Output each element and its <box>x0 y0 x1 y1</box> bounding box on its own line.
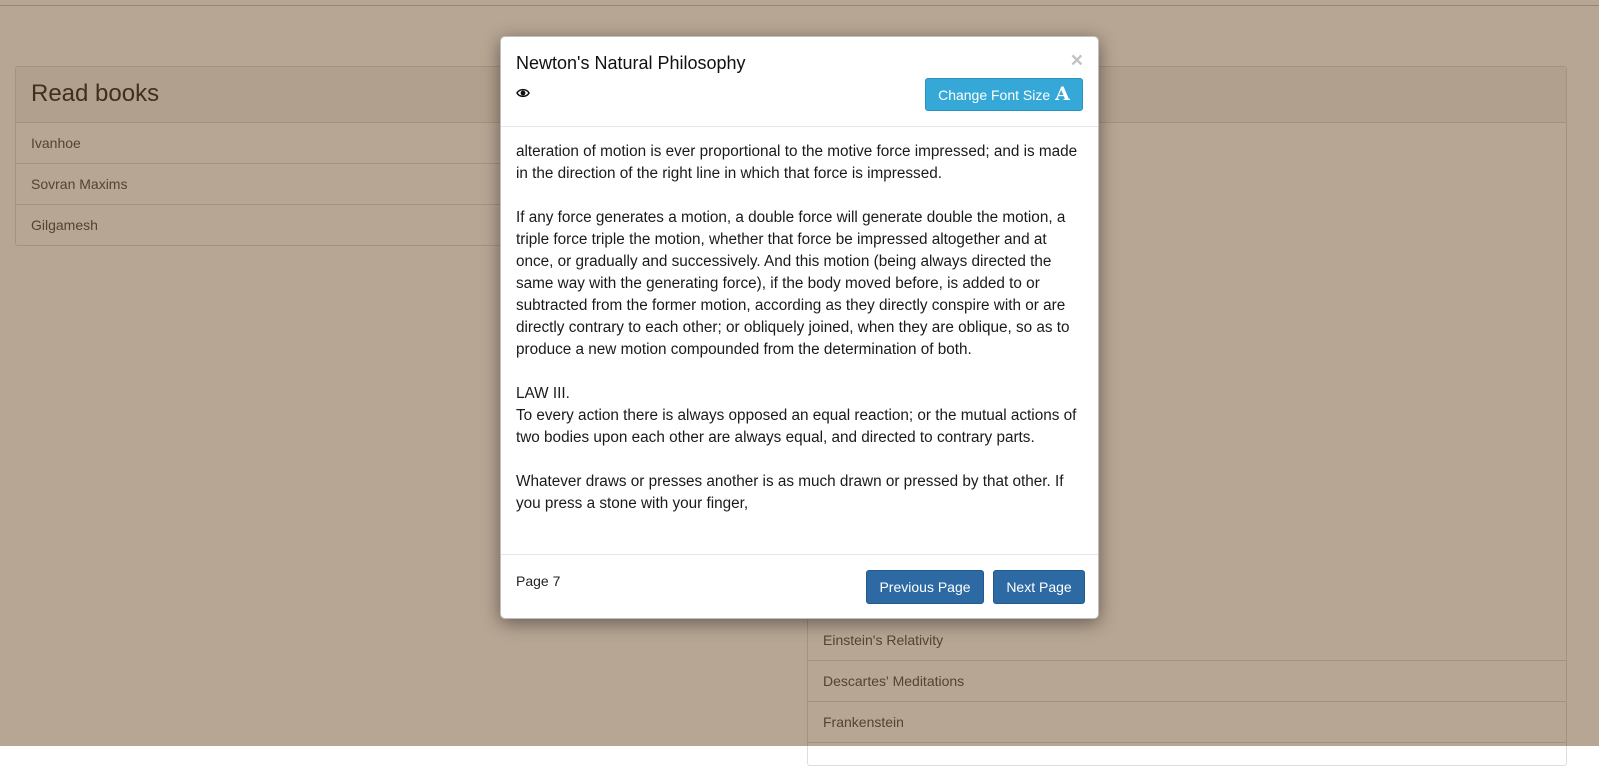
text-paragraph-1: alteration of motion is ever proportiona… <box>516 143 1078 182</box>
next-page-button[interactable]: Next Page <box>993 570 1085 604</box>
text-paragraph-4: Whatever draws or presses another is as … <box>516 473 1064 512</box>
modal-footer: Page 7 Previous Page Next Page <box>501 554 1098 618</box>
text-law-heading: LAW III. <box>516 385 570 402</box>
close-button[interactable]: × <box>1071 49 1083 73</box>
change-font-size-button[interactable]: Change Font Size A <box>925 78 1083 111</box>
reader-modal: Newton's Natural Philosophy × Change Fon… <box>500 36 1099 619</box>
book-text: alteration of motion is ever proportiona… <box>516 141 1088 537</box>
modal-title: Newton's Natural Philosophy <box>516 53 746 73</box>
previous-page-button[interactable]: Previous Page <box>866 570 984 604</box>
text-paragraph-3: To every action there is always opposed … <box>516 407 1077 446</box>
page-indicator: Page 7 <box>516 573 561 589</box>
modal-header: Newton's Natural Philosophy × Change Fon… <box>501 37 1098 127</box>
change-font-size-label: Change Font Size <box>938 86 1051 103</box>
font-size-icon: A <box>1055 83 1070 105</box>
eye-icon <box>516 88 530 98</box>
text-paragraph-2: If any force generates a motion, a doubl… <box>516 209 1070 358</box>
